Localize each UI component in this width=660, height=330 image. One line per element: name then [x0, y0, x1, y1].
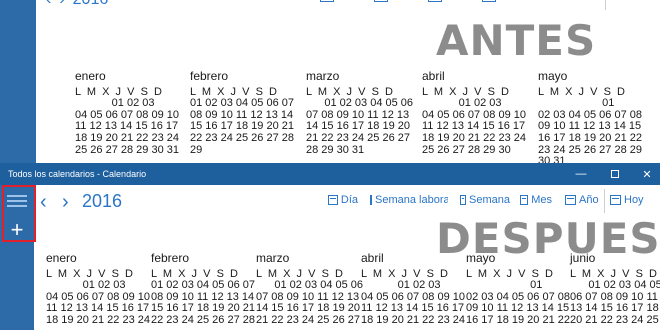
month-block: marzo L M X J V S D 01 02 03 04 05 06 07 0… [256, 251, 363, 327]
day-icon [328, 195, 338, 205]
today-icon [610, 195, 621, 205]
week-row: 28 29 30 31 [306, 143, 365, 156]
month-view-button[interactable]: Mes [520, 192, 552, 208]
highlight-annotation-box [2, 185, 36, 242]
next-year-button[interactable]: › [62, 191, 69, 214]
toolbar-divider [605, 0, 606, 10]
close-icon: ✕ [642, 168, 652, 181]
month-block: marzo L M X J V S D 01 02 03 04 05 06 07 0… [306, 69, 413, 156]
today-label: Hoy [624, 194, 644, 206]
week-row: 21 22 23 24 25 26 27 [256, 313, 360, 326]
month-name: febrero [151, 251, 190, 265]
week-row: 18 19 20 21 22 23 24 [46, 313, 150, 326]
maximize-icon [611, 170, 619, 178]
week-row: 18 19 20 21 22 23 24 [422, 131, 526, 144]
month-block: abril L M X J V S D 01 02 03 04 05 06 07 0… [361, 252, 465, 327]
despues-label: DESPUES [436, 214, 660, 263]
week-row: 25 26 27 28 29 30 [422, 143, 511, 156]
week-view-label: Semana [469, 194, 510, 206]
month-icon [520, 195, 529, 205]
toolbar-before: ‹ › 2016 [46, 0, 108, 9]
today-button[interactable]: Hoy [610, 192, 658, 208]
month-name: enero [46, 251, 77, 265]
month-name: marzo [256, 251, 290, 265]
week-row: 16 17 18 19 20 21 22 [466, 313, 570, 326]
week-row: 22 23 24 25 26 27 28 [190, 131, 294, 144]
view-icon[interactable] [320, 0, 334, 2]
month-name: mayo [538, 69, 568, 83]
month-name: enero [75, 69, 106, 83]
minimize-button[interactable]: — [566, 163, 596, 185]
week-row: 29 [190, 143, 203, 156]
year-label: 2016 [82, 191, 123, 211]
month-block: febrero L M X J V S D 01 02 03 04 05 06 07… [190, 69, 294, 156]
work-week-view-button[interactable]: Semana laboral [370, 192, 448, 208]
window-titlebar: Todos los calendarios - Calendario — ✕ [0, 163, 660, 185]
prev-year-button[interactable]: ‹ [46, 0, 51, 9]
close-button[interactable]: ✕ [632, 163, 660, 185]
work-week-icon [370, 195, 372, 205]
week-row: 18 19 20 21 22 23 24 [75, 131, 179, 144]
year-icon [565, 195, 576, 205]
maximize-button[interactable] [600, 163, 630, 185]
week-row: 20 21 22 23 24 25 26 [570, 313, 659, 326]
window-title: Todos los calendarios - Calendario [8, 169, 147, 179]
month-block: febrero L M X J V S D 01 02 03 04 05 06 07… [151, 251, 255, 327]
month-block: mayo L M X J V S D 01 02 03 04 05 06 07 08… [538, 69, 642, 163]
calendar-window-after: + ‹ › 2016 Día Semana laboral Semana Mes… [0, 185, 660, 330]
day-view-button[interactable]: Día [328, 192, 358, 208]
week-row: 18 19 20 21 22 23 24 [361, 313, 465, 326]
view-buttons-cut [320, 0, 496, 2]
toolbar-divider [604, 189, 605, 213]
minimize-icon: — [575, 168, 587, 180]
week-view-button[interactable]: Semana [460, 192, 510, 208]
view-icon[interactable] [482, 0, 496, 2]
week-icon [460, 195, 467, 205]
month-block: junio L M X J V S D 01 02 03 04 05 06 07 0… [570, 252, 660, 327]
month-name: febrero [190, 69, 229, 83]
month-block: enero L M X J V S D 01 02 03 04 05 06 07 0… [75, 69, 179, 156]
month-name: marzo [306, 69, 340, 83]
calendar-window-before: ‹ › 2016 eneroL M X J V S D 01 02 0304 0… [0, 0, 660, 163]
week-row: 21 22 23 24 25 26 27 [306, 131, 410, 144]
view-icon[interactable] [374, 0, 388, 2]
week-row: 30 31 [538, 155, 566, 163]
screenshot-root: ‹ › 2016 eneroL M X J V S D 01 02 0304 0… [0, 0, 660, 330]
week-row: 16 17 18 19 20 21 22 [538, 131, 642, 144]
view-icon[interactable] [428, 0, 442, 2]
month-block: enero L M X J V S D 01 02 03 04 05 06 07 0… [46, 251, 150, 327]
week-row: 22 23 24 25 26 27 28 [151, 313, 255, 326]
year-view-button[interactable]: Año [565, 192, 599, 208]
month-view-label: Mes [531, 194, 552, 206]
day-view-label: Día [340, 194, 358, 206]
next-year-button[interactable]: › [59, 0, 64, 9]
month-name: abril [422, 69, 445, 83]
prev-year-button[interactable]: ‹ [40, 191, 47, 214]
antes-label: ANTES [436, 16, 597, 65]
sidebar-before [0, 0, 36, 163]
week-row: 25 26 27 28 29 30 31 [75, 143, 179, 156]
month-block: mayo L M X J V S D 01 02 03 04 05 06 07 08… [466, 252, 570, 327]
year-label: 2016 [73, 0, 109, 9]
work-week-view-label: Semana laboral [375, 194, 448, 206]
year-view-label: Año [579, 194, 599, 206]
month-block: abril L M X J V S D 01 02 03 04 05 06 07 0… [422, 69, 526, 156]
